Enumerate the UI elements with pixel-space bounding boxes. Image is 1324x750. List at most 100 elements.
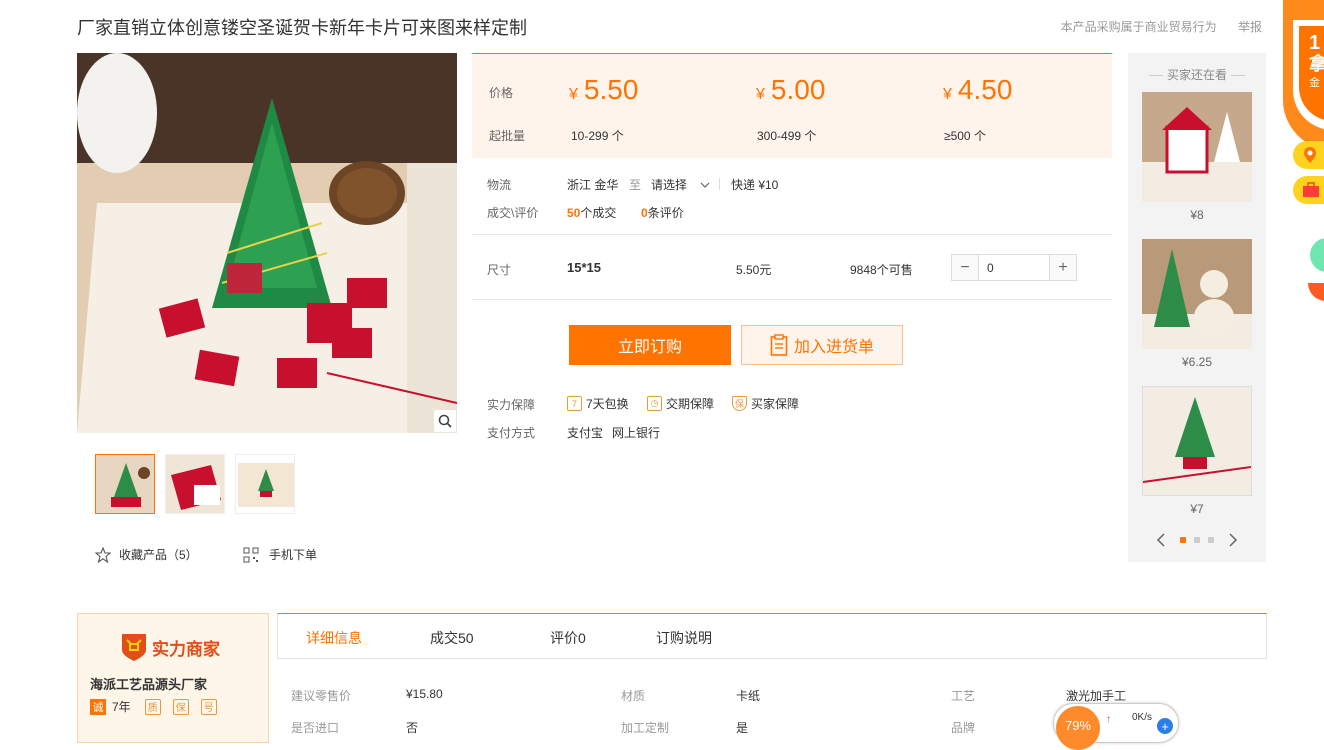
plus-icon[interactable]: + [1050,255,1076,280]
recommend-item-1[interactable] [1142,92,1252,202]
attr-value: 否 [406,721,419,735]
mobile-order[interactable]: 手机下单 [243,546,317,563]
seven-day-icon: 7 [567,396,582,411]
minus-icon[interactable]: − [952,255,978,280]
product-title: 厂家直销立体创意镂空圣诞贺卡新年卡片可来图来样定制 [77,18,527,38]
network-speed-widget[interactable]: 79% ↑ 0K/s + [1053,703,1179,750]
tab-deals[interactable]: 成交50 [430,628,474,648]
carousel-dots [1180,537,1214,543]
qty-tier-2: 300-499 个 [757,129,817,143]
divider [472,234,1112,235]
recommend-item-2[interactable] [1142,239,1252,349]
quantity-input[interactable] [978,255,1050,280]
location-widget[interactable] [1293,141,1324,169]
location-pin-icon [1304,147,1316,163]
side-widget-orange[interactable] [1308,283,1324,301]
toolbox-widget[interactable] [1293,176,1324,204]
guarantee-delivery[interactable]: ◷ 交期保障 [647,395,714,412]
recommend-price-3: ¥7 [1190,502,1204,516]
payment-label: 支付方式 [487,426,536,440]
deal-count[interactable]: 50个成交 [567,204,616,221]
tab-details[interactable]: 详细信息 [306,628,362,648]
quantity-stepper[interactable]: − + [951,254,1077,281]
to-word: 至 [629,178,642,192]
destination-select[interactable]: 请选择 [651,176,710,193]
thumbnail-3[interactable] [235,454,295,514]
favorite-label: 收藏产品（5） [119,548,198,562]
tab-order-info[interactable]: 订购说明 [656,628,712,648]
thumbnail-2[interactable] [165,454,225,514]
detail-tabs: 详细信息 成交50 评价0 订购说明 [277,613,1267,659]
attr-key: 加工定制 [621,721,670,735]
review-count[interactable]: 0条评价 [641,204,684,221]
recommend-price-1: ¥8 [1190,208,1204,222]
ship-from: 浙江 金华 [567,178,619,192]
promo-badge[interactable]: 1 拿 金 [1283,0,1324,150]
bull-shield-icon [122,634,146,661]
chevron-left-icon[interactable] [1155,532,1167,548]
attr-key: 品牌 [951,721,976,735]
moq-label: 起批量 [489,129,526,143]
report-link[interactable]: 举报 [1238,20,1262,34]
speed-rate: 0K/s [1132,712,1153,723]
express-fee: 快递 ¥10 [731,178,779,192]
sku-size: 15*15 [567,260,601,275]
sku-price: 5.50元 [736,263,772,277]
cert-icon: 诚 [90,698,106,715]
sku-label: 尺寸 [487,263,512,277]
qty-tier-1: 10-299 个 [571,129,624,143]
shop-badge: 实力商家 [120,632,220,662]
guarantee-icon: 保 [172,698,189,715]
recommend-title: 买家还在看 [1128,66,1266,83]
plus-icon[interactable]: + [1157,718,1173,734]
tab-reviews[interactable]: 评价0 [550,628,586,648]
attr-value: ¥15.80 [406,687,443,701]
toolbox-icon [1303,182,1319,197]
upload-arrow-icon: ↑ [1106,714,1111,725]
shield-icon: 保 [732,396,747,411]
chevron-right-icon[interactable] [1227,532,1239,548]
trade-notice-link[interactable]: 本产品采购属于商业贸易行为 [1061,20,1217,34]
chevron-down-icon [700,182,710,188]
calendar-icon: ◷ [647,396,662,411]
attr-value: 是 [736,721,749,735]
qty-tier-3: ≥500 个 [944,129,986,143]
logistics-label: 物流 [487,178,512,192]
shop-credentials: 诚 7年 质 保 号 [90,698,217,715]
favorite-product[interactable]: 收藏产品（5） [95,546,198,563]
zoom-icon[interactable] [434,410,456,432]
add-to-cart-label: 加入进货单 [793,339,874,356]
top-links: 本产品采购属于商业贸易行为 举报 [1043,18,1262,35]
mobile-order-label: 手机下单 [269,548,318,562]
shop-card: 实力商家 海派工艺品源头厂家 诚 7年 质 保 号 [77,613,269,743]
speed-percent: 79% [1056,706,1100,750]
price-label: 价格 [489,86,514,100]
qr-code-icon [243,547,259,562]
attr-key: 是否进口 [291,721,340,735]
attr-value: 激光加手工 [1066,689,1127,703]
thumbnail-1[interactable] [95,454,155,514]
price-tier-3: ¥4.50 [943,74,1013,105]
side-widget-green[interactable] [1310,238,1324,272]
shop-years: 7年 [112,700,131,714]
payment-alipay: 支付宝 [567,426,604,440]
main-product-image[interactable] [77,53,457,433]
recommend-price-2: ¥6.25 [1181,355,1213,369]
guarantee-7day[interactable]: 7 7天包换 [567,395,629,412]
recommend-item-3[interactable] [1142,386,1252,496]
price-tier-1: ¥5.50 [569,74,639,105]
price-panel: 价格 起批量 ¥5.50 ¥5.00 ¥4.50 10-299 个 300-49… [472,53,1112,158]
attr-key: 工艺 [951,689,976,703]
attr-key: 材质 [621,689,646,703]
buy-now-button[interactable]: 立即订购 [569,325,731,365]
price-tier-2: ¥5.00 [756,74,826,105]
divider [472,299,1112,300]
payment-bank: 网上银行 [612,426,661,440]
guarantee-label: 实力保障 [487,398,536,412]
attr-key: 建议零售价 [291,689,352,703]
deals-label: 成交\评价 [487,206,539,220]
shop-name[interactable]: 海派工艺品源头厂家 [90,674,207,693]
attr-value: 卡纸 [736,689,761,703]
guarantee-buyer[interactable]: 保 买家保障 [732,395,799,412]
add-to-cart-button[interactable]: 加入进货单 [741,325,903,365]
